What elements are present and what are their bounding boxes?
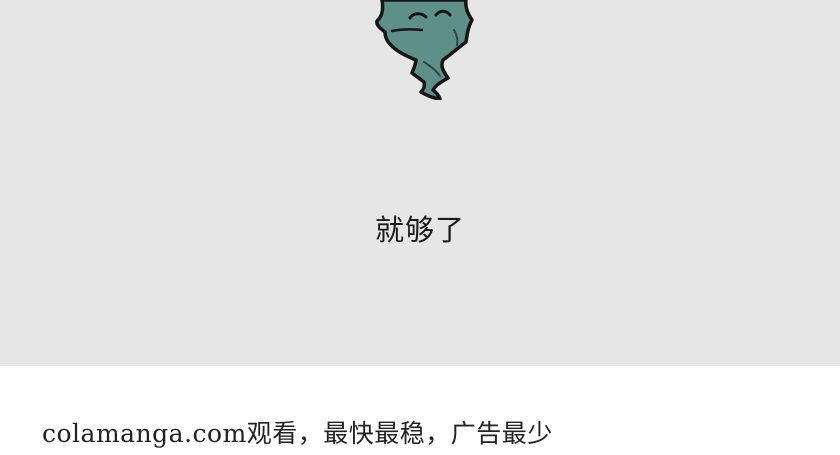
- footer-banner: colamanga.com观看，最快最稳，广告最少: [0, 366, 840, 455]
- promo-text: colamanga.com观看，最快最稳，广告最少: [42, 419, 553, 448]
- ghost-character-illustration: [375, 0, 474, 100]
- manga-panel: 就够了: [0, 0, 840, 366]
- dialogue-text: 就够了: [374, 213, 465, 247]
